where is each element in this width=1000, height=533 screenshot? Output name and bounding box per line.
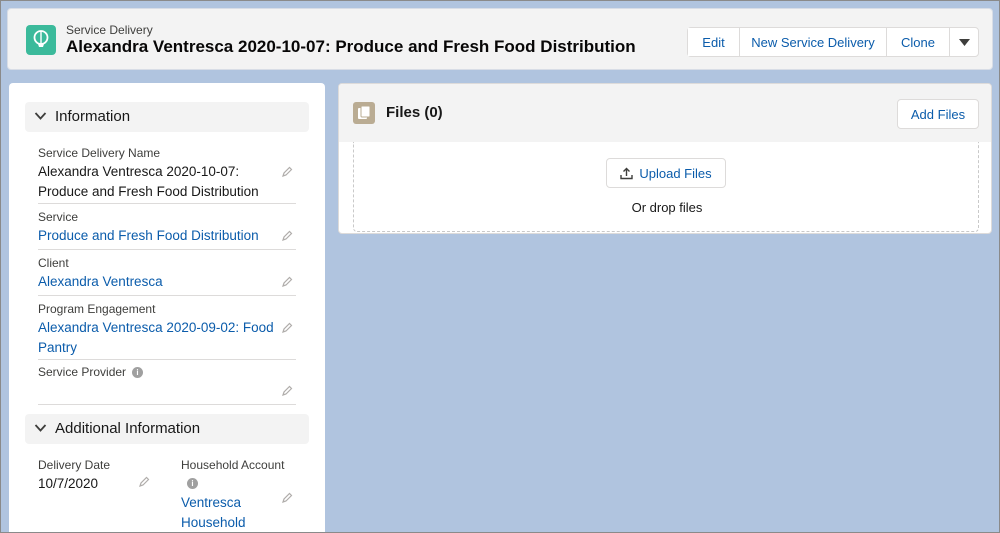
record-title: Alexandra Ventresca 2020-10-07: Produce …	[66, 37, 636, 56]
program-engagement-field: Program Engagement Alexandra Ventresca 2…	[38, 302, 296, 360]
object-type-label: Service Delivery	[66, 23, 153, 37]
files-icon	[353, 102, 375, 124]
household-account-link[interactable]: Ventresca Household	[181, 493, 297, 533]
info-icon-row: i	[181, 475, 297, 493]
upload-files-label: Upload Files	[639, 165, 712, 181]
field-value-line: Produce and Fresh Food Distribution	[38, 184, 259, 199]
field-divider	[38, 359, 296, 360]
pencil-icon[interactable]	[138, 476, 150, 488]
field-label: Service	[38, 210, 79, 224]
field-divider	[38, 404, 296, 405]
info-icon[interactable]: i	[187, 478, 198, 490]
pencil-icon[interactable]	[281, 322, 293, 334]
field-label: Delivery Date	[38, 458, 111, 472]
field-value-line: Alexandra Ventresca 2020-09-02: Food	[38, 320, 274, 335]
service-link[interactable]: Produce and Fresh Food Distribution	[38, 226, 296, 246]
clone-button[interactable]: Clone	[887, 28, 950, 56]
client-field: Client Alexandra Ventresca	[38, 256, 296, 296]
files-card-header: Files (0) Add Files	[339, 84, 991, 142]
information-section-header[interactable]: Information	[25, 102, 309, 132]
client-link[interactable]: Alexandra Ventresca	[38, 272, 296, 292]
chevron-down-icon	[34, 424, 47, 432]
record-details-panel: Information Service Delivery Name Alexan…	[9, 83, 325, 533]
field-value-line: Household	[181, 515, 246, 530]
field-label: Household Account	[181, 458, 285, 472]
field-value-line: Alexandra Ventresca 2020-10-07:	[38, 164, 240, 179]
household-account-field: Household Account i Ventresca Household	[181, 458, 297, 533]
add-files-button[interactable]: Add Files	[897, 99, 979, 129]
upload-icon	[620, 167, 634, 179]
new-service-delivery-button[interactable]: New Service Delivery	[740, 28, 887, 56]
field-label-row: Service Provider i	[38, 365, 296, 379]
program-engagement-link[interactable]: Alexandra Ventresca 2020-09-02: Food Pan…	[38, 318, 296, 358]
information-section-title: Information	[55, 108, 131, 125]
field-value-line: Pantry	[38, 340, 78, 355]
field-label: Service Delivery Name	[38, 146, 161, 160]
pencil-icon[interactable]	[281, 230, 293, 242]
pencil-icon[interactable]	[281, 276, 293, 288]
delivery-date-field: Delivery Date 10/7/2020	[38, 458, 156, 498]
service-field: Service Produce and Fresh Food Distribut…	[38, 210, 296, 250]
files-title: Files (0)	[386, 104, 443, 121]
pencil-icon[interactable]	[281, 385, 293, 397]
field-divider	[38, 249, 296, 250]
files-card: Files (0) Add Files Upload Files Or drop…	[338, 83, 992, 234]
field-label: Program Engagement	[38, 302, 156, 316]
field-value: Alexandra Ventresca 2020-10-07: Produce …	[38, 162, 296, 202]
service-delivery-name-field: Service Delivery Name Alexandra Ventresc…	[38, 146, 296, 204]
field-label: Client	[38, 256, 69, 270]
field-divider	[38, 295, 296, 296]
file-dropzone[interactable]: Upload Files Or drop files	[353, 142, 979, 232]
additional-information-section-title: Additional Information	[55, 420, 201, 437]
upload-files-button[interactable]: Upload Files	[606, 158, 726, 188]
service-provider-field: Service Provider i	[38, 365, 296, 405]
info-icon[interactable]: i	[132, 367, 144, 379]
drop-files-text: Or drop files	[631, 200, 703, 215]
header-button-group: Edit New Service Delivery Clone	[687, 27, 979, 57]
edit-button[interactable]: Edit	[688, 28, 740, 56]
chevron-down-icon	[34, 112, 47, 120]
more-actions-button[interactable]	[950, 28, 978, 56]
field-value-line: Ventresca	[181, 495, 242, 510]
field-label: Service Provider	[38, 365, 127, 379]
additional-information-section-header[interactable]: Additional Information	[25, 414, 309, 444]
pencil-icon[interactable]	[281, 492, 293, 504]
chevron-down-icon	[958, 38, 970, 46]
hot-air-balloon-icon	[26, 25, 56, 55]
field-divider	[38, 203, 296, 204]
pencil-icon[interactable]	[281, 166, 293, 178]
record-header: Service Delivery Alexandra Ventresca 202…	[7, 8, 993, 70]
